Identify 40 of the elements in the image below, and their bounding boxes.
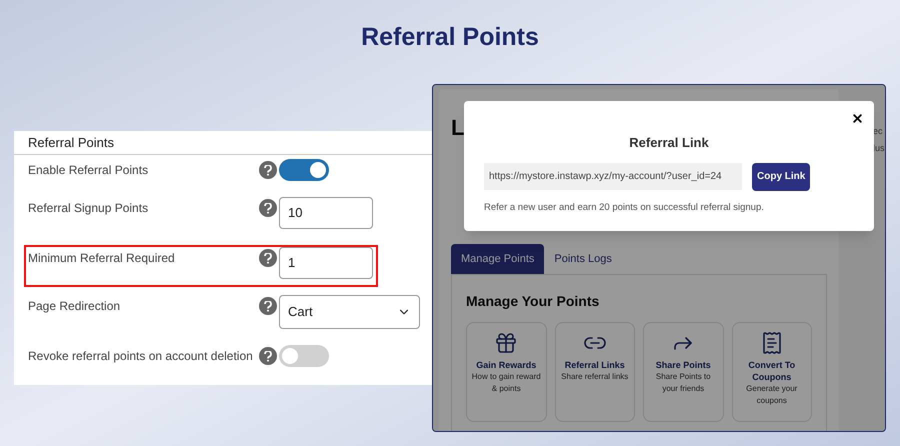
help-icon[interactable] bbox=[259, 347, 277, 365]
card-subtitle: Share Points to your friends bbox=[654, 371, 712, 395]
help-icon[interactable] bbox=[259, 161, 277, 179]
panel-title: Referral Points bbox=[14, 131, 432, 155]
card-title: Referral Links bbox=[564, 359, 626, 371]
close-icon bbox=[850, 112, 864, 124]
action-card[interactable]: Gain Rewards How to gain reward & points bbox=[466, 322, 546, 422]
section-title: Manage Your Points bbox=[466, 292, 600, 311]
number-field[interactable]: 1 bbox=[279, 247, 373, 279]
card-title: Share Points bbox=[654, 359, 712, 371]
field-label: Enable Referral Points bbox=[27, 162, 150, 179]
field-label: Page Redirection bbox=[27, 298, 122, 315]
modal-note: Refer a new user and earn 20 points on successful referral signup. bbox=[484, 200, 764, 214]
number-field[interactable]: 10 bbox=[279, 197, 373, 229]
help-icon[interactable] bbox=[259, 297, 277, 315]
card-subtitle: Generate your coupons bbox=[745, 383, 798, 407]
action-card[interactable]: Share Points Share Points to your friends bbox=[643, 322, 724, 422]
copy-link-button[interactable]: Copy Link bbox=[752, 162, 810, 190]
field-label: Minimum Referral Required bbox=[27, 250, 176, 267]
toggle-switch[interactable] bbox=[279, 159, 329, 181]
help-icon[interactable] bbox=[259, 249, 277, 267]
field-label: Revoke referral points on account deletion bbox=[27, 348, 254, 365]
card-title: Convert To Coupons bbox=[747, 359, 796, 383]
page-heading: L bbox=[451, 114, 464, 142]
gift-icon bbox=[494, 331, 518, 355]
toggle-switch[interactable] bbox=[279, 345, 329, 367]
card-subtitle: How to gain reward & points bbox=[470, 371, 542, 395]
tab[interactable]: Points Logs bbox=[544, 244, 622, 274]
action-card[interactable]: Convert To Coupons Generate your coupons bbox=[732, 322, 812, 422]
help-icon[interactable] bbox=[259, 199, 277, 217]
tab[interactable]: Manage Points bbox=[451, 244, 544, 274]
card-subtitle: Share referral links bbox=[560, 371, 630, 383]
select-field[interactable]: Cart bbox=[279, 295, 420, 329]
field-label: Referral Signup Points bbox=[27, 200, 150, 217]
close-button[interactable] bbox=[850, 111, 864, 125]
link-field[interactable]: https://mystore.instawp.xyz/my-account/?user_id=24 bbox=[484, 163, 742, 190]
page-title: Referral Points bbox=[361, 22, 539, 54]
modal-title: Referral Link bbox=[629, 134, 709, 152]
action-card[interactable]: Referral Links Share referral links bbox=[554, 322, 635, 422]
card-title: Gain Rewards bbox=[475, 359, 538, 371]
